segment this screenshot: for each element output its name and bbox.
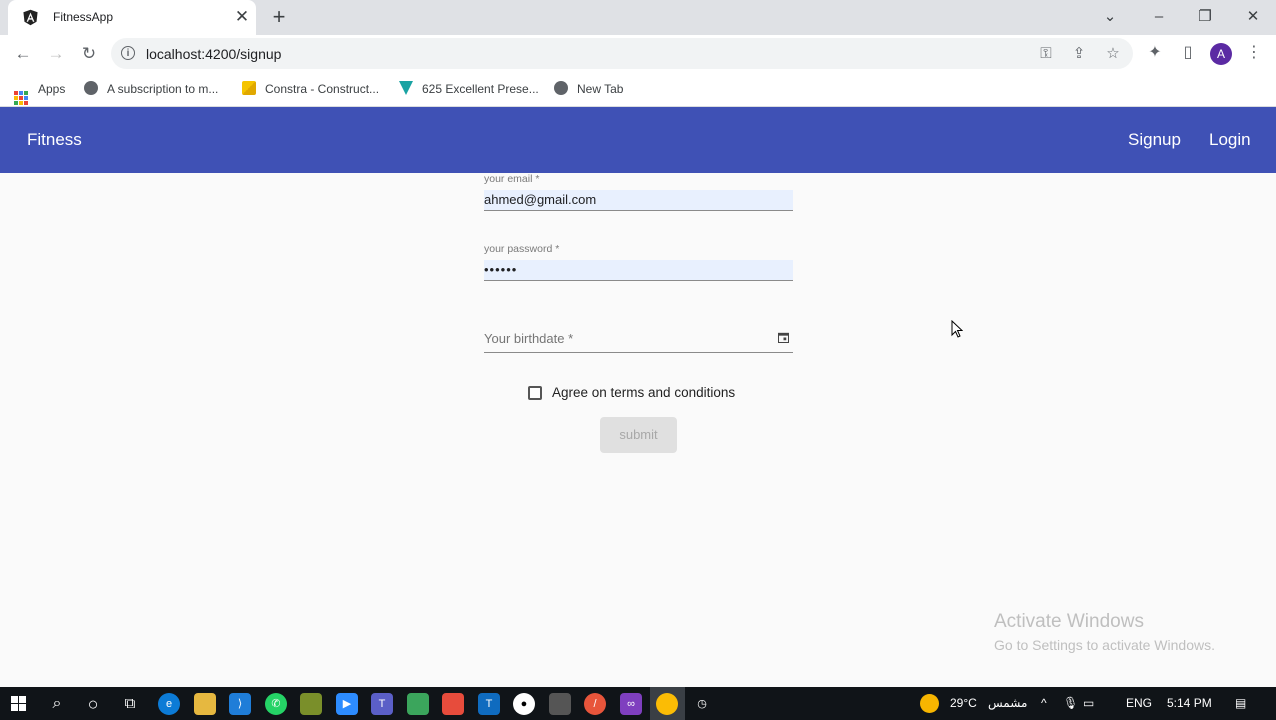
bookmark-new-tab[interactable]: New Tab [554,80,623,98]
task-view-icon[interactable]: ⧉ [119,693,141,715]
battery-icon[interactable]: ▭ [1083,696,1094,710]
site-info-icon[interactable]: i [121,46,135,60]
address-bar[interactable]: i localhost:4200/signup ⚿ ⇪ ☆ [111,38,1133,69]
restore-button[interactable]: ❐ [1191,4,1219,30]
clock-app-icon[interactable]: ◷ [691,693,713,715]
password-label: your password * [484,243,560,255]
browser-tab-fitnessapp[interactable]: FitnessApp ✕ [8,0,256,35]
zoom-icon[interactable]: ▶ [336,693,358,715]
side-panel-icon[interactable]: ▯ [1177,43,1199,63]
weather-sun-icon[interactable] [920,694,939,713]
password-field[interactable]: •••••• [484,260,793,281]
profile-avatar[interactable]: A [1210,43,1232,65]
app-icon-orange[interactable]: / [584,693,606,715]
bookmark-625-presentations[interactable]: 625 Excellent Prese... [399,80,539,98]
submit-button[interactable]: submit [600,417,677,453]
whatsapp-icon[interactable]: ✆ [265,693,287,715]
app-toolbar: Fitness Signup Login [0,107,1276,173]
app-icon-colorful[interactable] [442,693,464,715]
weather-temp[interactable]: 29°C [950,696,977,710]
terms-checkbox[interactable] [528,386,542,400]
calendar-icon[interactable] [778,332,789,343]
cortana-icon[interactable]: ○ [82,693,104,715]
weather-text[interactable]: مشمس [988,696,1027,710]
file-explorer-icon[interactable] [194,693,216,715]
minimize-button[interactable]: – [1145,4,1173,30]
tray-chevron-icon[interactable]: ^ [1041,696,1047,710]
app-icon-green[interactable] [407,693,429,715]
edge-icon[interactable]: e [158,693,180,715]
constra-icon [242,81,256,95]
nav-login-link[interactable]: Login [1209,130,1251,150]
app-icon-clapper[interactable] [549,693,571,715]
chrome-icon[interactable] [656,693,678,715]
bookmark-apps[interactable]: Apps [14,80,65,105]
windows-taskbar: ⌕ ○ ⧉ e ⟩ ✆ ▶ T T ● / ∞ ◷ 29°C مشمس ^ 🎙 … [0,687,1276,720]
search-icon[interactable]: ⌕ [46,693,68,715]
browser-tab-strip: FitnessApp ✕ + ⌄ – ❐ ✕ [0,0,1276,35]
new-tab-button[interactable]: + [267,5,291,29]
url-text: localhost:4200/signup [146,46,282,62]
language-indicator[interactable]: ENG [1126,696,1152,710]
teams-icon[interactable]: T [371,693,393,715]
window-close-button[interactable]: ✕ [1239,4,1267,30]
notifications-icon[interactable]: ▤ [1235,696,1246,710]
globe-icon [554,81,568,95]
windows-start-icon[interactable] [11,696,26,711]
mouse-cursor-icon [951,320,963,338]
key-icon[interactable]: ⚿ [1036,45,1056,63]
app-icon-white[interactable]: ● [513,693,535,715]
forward-button[interactable]: → [43,41,69,67]
apps-grid-icon [14,91,28,105]
globe-icon [84,81,98,95]
bookmark-site-icon [399,81,413,95]
tab-title: FitnessApp [53,10,114,24]
email-field[interactable]: ahmed@gmail.com [484,190,793,211]
visual-studio-icon[interactable]: ∞ [620,693,642,715]
reload-button[interactable]: ↻ [76,41,102,67]
email-label: your email * [484,173,540,185]
bookmarks-bar: Apps A subscription to m... Constra - Co… [0,72,1276,107]
tab-search-icon[interactable]: ⌄ [1096,4,1124,30]
angular-icon [23,9,38,26]
app-icon-blue[interactable]: T [478,693,500,715]
extensions-icon[interactable]: ✦ [1144,43,1166,63]
bookmark-constra[interactable]: Constra - Construct... [242,80,379,98]
bookmark-star-icon[interactable]: ☆ [1103,45,1123,63]
clock-time[interactable]: 5:14 PM [1167,696,1212,710]
vscode-icon[interactable]: ⟩ [229,693,251,715]
notes-app-icon[interactable] [300,693,322,715]
birthdate-placeholder: Your birthdate * [484,331,574,346]
birthdate-field[interactable]: Your birthdate * [484,330,793,353]
bookmark-subscription[interactable]: A subscription to m... [84,80,218,98]
share-icon[interactable]: ⇪ [1069,45,1089,63]
back-button[interactable]: ← [10,41,36,67]
nav-signup-link[interactable]: Signup [1128,130,1181,150]
microphone-icon[interactable]: 🎙 [1063,696,1078,710]
close-tab-icon[interactable]: ✕ [232,6,252,28]
browser-toolbar: ← → ↻ i localhost:4200/signup ⚿ ⇪ ☆ ✦ ▯ … [0,35,1276,72]
activate-windows-watermark: Activate Windows Go to Settings to activ… [994,611,1215,653]
terms-label[interactable]: Agree on terms and conditions [552,385,735,400]
brand-link[interactable]: Fitness [27,130,82,150]
menu-icon[interactable]: ⋮ [1243,43,1265,63]
